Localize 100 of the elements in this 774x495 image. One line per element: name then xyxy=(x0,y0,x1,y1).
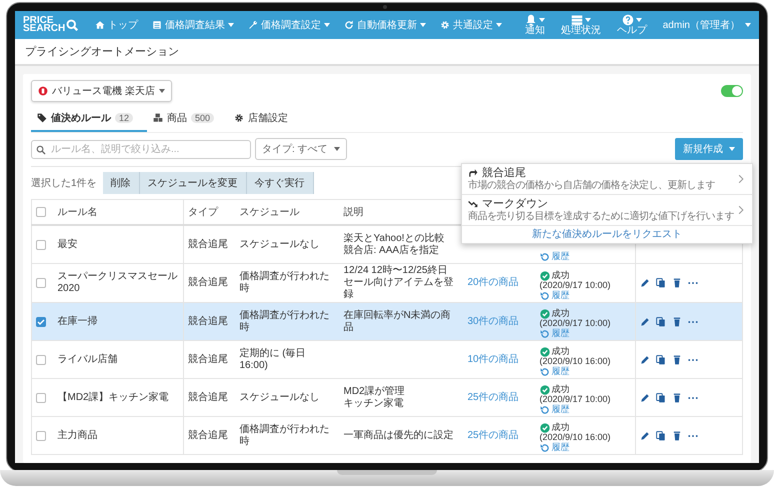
copy-icon xyxy=(656,392,666,402)
table-cell: 競合追尾 xyxy=(188,392,228,402)
tab[interactable]: 店舗設定 xyxy=(228,107,302,132)
history-link[interactable]: 履歴 xyxy=(540,367,631,377)
checkbox[interactable] xyxy=(36,207,46,217)
nav-icon-button[interactable]: 通知 xyxy=(518,14,551,36)
caret-icon xyxy=(334,147,340,151)
history-link[interactable]: 履歴 xyxy=(540,443,631,453)
status-time: (2020/9/17 10:00) xyxy=(540,281,612,290)
search-icon xyxy=(36,144,46,154)
toggle-switch[interactable] xyxy=(721,85,743,97)
products-link[interactable]: 25件の商品 xyxy=(468,430,519,440)
bulk-action-button[interactable]: スケジュールを変更 xyxy=(140,172,247,194)
check-circle-icon xyxy=(540,423,550,434)
edit-icon xyxy=(640,392,650,402)
share-arrow-icon xyxy=(468,168,478,178)
table-cell: 競合追尾 xyxy=(188,277,228,288)
delete-icon xyxy=(672,392,682,402)
checkbox[interactable] xyxy=(36,354,46,364)
copy-icon xyxy=(656,354,666,364)
trend-down-icon xyxy=(468,199,478,210)
menu-item[interactable]: 競合追尾 市場の競合の価格から自店舗の価格を決定し、更新します xyxy=(462,164,752,196)
caret-icon xyxy=(636,18,642,22)
tab[interactable]: 値決めルール 12 xyxy=(31,107,148,132)
table-cell: 【MD2課】キッチン家電 xyxy=(58,392,169,402)
logo-text: PRICE xyxy=(23,16,54,25)
page-title: プライシングオートメーション xyxy=(15,39,759,66)
delete-icon xyxy=(672,316,682,326)
table-cell: 最安 xyxy=(58,238,78,250)
table-cell: 競合追尾 xyxy=(188,238,228,250)
menu-item-description: 商品を売り切る目標を達成するために適切な値下げを行います xyxy=(468,211,732,222)
table-cell: スケジュールなし xyxy=(240,392,320,402)
type-filter-select[interactable]: タイプ: すべて xyxy=(255,138,347,160)
checkbox[interactable] xyxy=(36,430,46,440)
user-menu[interactable]: admin（管理者） xyxy=(656,18,751,32)
table-cell: 在庫一掃 xyxy=(58,316,98,326)
request-link[interactable]: 新たな値決めルールをリクエスト xyxy=(462,226,752,244)
chevron-right-icon xyxy=(736,205,746,216)
copy-icon xyxy=(656,316,666,326)
bulk-action-button[interactable]: 削除 xyxy=(102,172,140,194)
check-circle-icon xyxy=(540,385,550,396)
settings-icon xyxy=(234,113,244,123)
status-time: (2020/9/17 10:00) xyxy=(540,395,612,404)
check-circle-icon xyxy=(540,347,550,358)
history-link[interactable]: 履歴 xyxy=(540,252,631,262)
caret-icon xyxy=(729,147,735,151)
products-link[interactable]: 20件の商品 xyxy=(468,277,519,288)
history-link[interactable]: 履歴 xyxy=(540,329,631,339)
caret-icon xyxy=(324,23,330,27)
checkbox[interactable] xyxy=(36,316,46,326)
products-link[interactable]: 25件の商品 xyxy=(468,392,519,402)
table-cell: ライバル店舗 xyxy=(58,354,118,364)
table-cell: 競合追尾 xyxy=(188,316,228,326)
caret-icon xyxy=(745,23,751,27)
history-icon xyxy=(540,252,550,262)
checkbox[interactable] xyxy=(36,240,46,250)
check-circle-icon xyxy=(540,309,550,320)
selection-label: 選択した1件を xyxy=(31,177,97,190)
bulk-action-button[interactable]: 今すぐ実行 xyxy=(246,172,314,194)
tag-icon xyxy=(37,113,47,123)
table-cell: スケジュールなし xyxy=(240,238,320,250)
caret-icon xyxy=(420,23,426,27)
status-text: 成功 xyxy=(552,309,570,320)
checkbox[interactable] xyxy=(36,392,46,402)
nav-menu-item[interactable]: 価格調査設定 xyxy=(243,18,336,32)
nav-menu-item[interactable]: トップ xyxy=(90,18,144,32)
checkbox[interactable] xyxy=(36,278,46,288)
history-icon xyxy=(540,367,550,377)
table-cell-text: 12/24 12時〜12/25終日 セール向けアイテムを登録 xyxy=(344,265,454,301)
column-header: ルール名 xyxy=(54,200,184,225)
nav-menu-item[interactable]: 価格調査結果 xyxy=(147,18,240,32)
store-badge-icon xyxy=(38,86,48,96)
history-link[interactable]: 履歴 xyxy=(540,291,631,301)
cubes-icon xyxy=(153,113,164,123)
create-button[interactable]: 新規作成 xyxy=(675,138,743,160)
table-cell: 競合追尾 xyxy=(188,430,228,440)
status-time: (2020/9/10 16:00) xyxy=(540,357,612,366)
status-time: (2020/9/17 10:00) xyxy=(540,319,612,328)
nav-icon-button[interactable]: ヘルプ xyxy=(610,14,653,36)
menu-item-title: 競合追尾 xyxy=(482,167,526,180)
table-cell: 価格調査が行われた時 xyxy=(240,310,330,332)
history-link[interactable]: 履歴 xyxy=(540,405,631,415)
search-field[interactable]: ルール名、説明で絞り込み... xyxy=(31,140,251,158)
caret-icon xyxy=(496,23,502,27)
table-cell: 楽天とYahoo!との比較 競合店: AAA店を指定 xyxy=(344,232,444,256)
nav-icon-button[interactable]: 処理状況 xyxy=(554,14,607,36)
status-time: (2020/9/10 16:00) xyxy=(540,433,612,442)
edit-icon xyxy=(640,354,650,364)
table-cell: 価格調査が行われた時 xyxy=(240,424,330,446)
status-text: 成功 xyxy=(552,347,570,358)
menu-item[interactable]: マークダウン 商品を売り切る目標を達成するために適切な値下げを行います xyxy=(462,195,752,226)
tab[interactable]: 商品 500 xyxy=(147,107,228,132)
caret-icon xyxy=(584,18,591,22)
table-cell: 価格調査が行われた時 xyxy=(240,271,330,294)
nav-menu-item[interactable]: 自動価格更新 xyxy=(339,18,432,32)
edit-icon xyxy=(640,430,650,440)
nav-menu-item[interactable]: 共通設定 xyxy=(435,18,508,32)
delete-icon xyxy=(672,430,682,440)
products-link[interactable]: 10件の商品 xyxy=(468,354,519,364)
store-select[interactable]: バリュース電機 楽天店 xyxy=(31,80,172,102)
